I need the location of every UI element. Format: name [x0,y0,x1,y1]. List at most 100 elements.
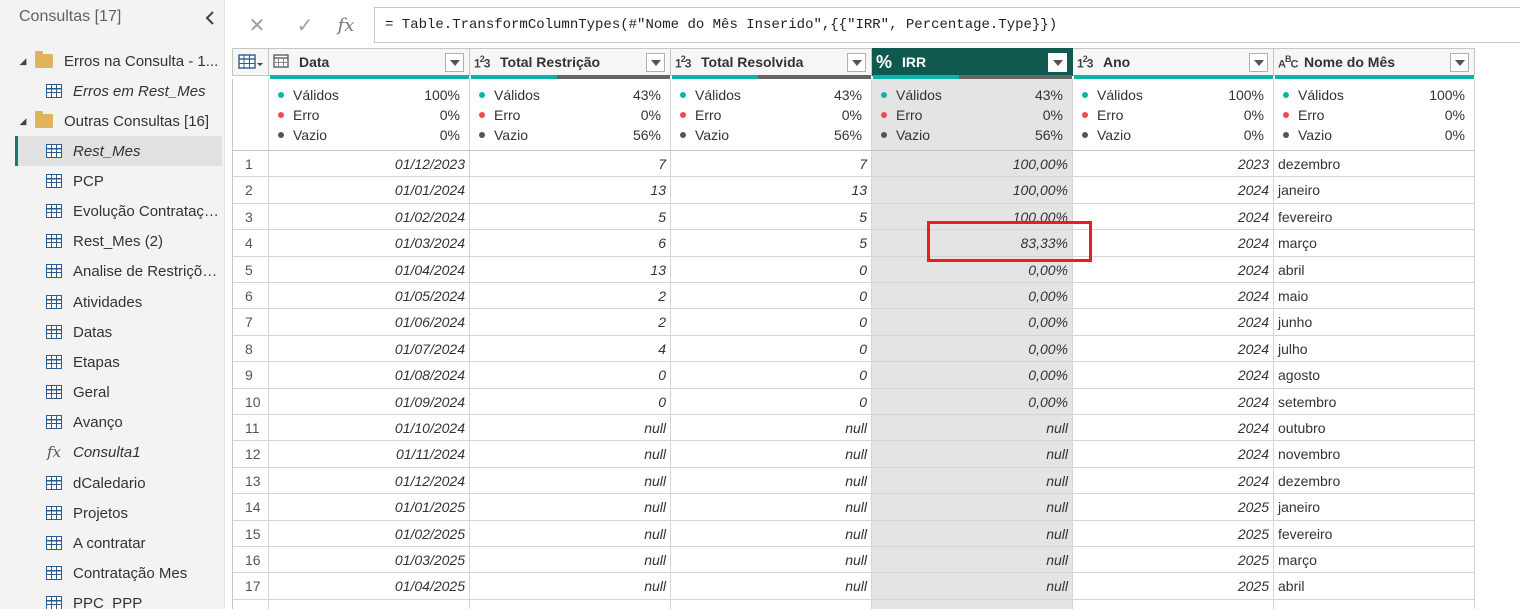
row-number[interactable]: 17 [232,573,269,600]
row-number[interactable]: 5 [232,256,269,283]
query-item-ppc-ppp[interactable]: PPC_PPP [15,588,222,609]
table-cell[interactable]: 0 [671,256,872,283]
table-cell[interactable]: 01/07/2024 [269,335,470,363]
table-cell[interactable]: null [671,415,872,442]
table-cell[interactable]: 2024 [1073,388,1274,415]
table-cell[interactable]: 0 [671,309,872,336]
table-cell[interactable]: null [872,467,1073,495]
table-cell[interactable]: 2024 [1073,230,1274,257]
table-cell[interactable]: dezembro [1274,467,1475,495]
table-cell[interactable]: 2024 [1073,203,1274,231]
row-number[interactable]: 16 [232,547,269,574]
column-header-ano[interactable]: 123 Ano [1073,48,1274,76]
table-cell[interactable]: null [470,441,671,468]
table-cell[interactable]: 2025 [1073,547,1274,574]
table-cell[interactable]: 2023 [1073,151,1274,178]
query-group-outras-consultas-16[interactable]: ◢ Outras Consultas [16] [15,106,222,136]
query-item-dcaledario[interactable]: dCaledario [15,468,222,498]
table-cell[interactable] [1073,599,1274,609]
query-item-evolu-o-contrata[interactable]: Evolução Contrataçã... [15,196,222,226]
query-item-etapas[interactable]: Etapas [15,347,222,377]
table-cell[interactable]: 01/04/2024 [269,256,470,283]
table-cell[interactable] [671,599,872,609]
query-item-rest-mes[interactable]: Rest_Mes [15,136,222,166]
table-cell[interactable]: 01/02/2025 [269,520,470,547]
table-cell[interactable]: abril [1274,573,1475,600]
query-item-a-contratar[interactable]: A contratar [15,528,222,558]
confirm-formula-button[interactable]: ✓ [287,7,323,43]
table-cell[interactable]: 0,00% [872,309,1073,336]
formula-input[interactable]: = Table.TransformColumnTypes(#"Nome do M… [374,7,1520,43]
table-cell[interactable]: 2024 [1073,467,1274,495]
table-cell[interactable]: null [872,573,1073,600]
row-number[interactable]: 12 [232,441,269,468]
table-cell[interactable]: null [671,467,872,495]
table-cell[interactable]: 01/01/2025 [269,494,470,521]
column-header-data[interactable]: Data [269,48,470,76]
table-cell[interactable]: 01/12/2023 [269,151,470,178]
column-filter-dropdown-icon[interactable] [1048,52,1067,72]
row-number[interactable]: 1 [232,151,269,178]
table-cell[interactable]: null [671,441,872,468]
table-cell[interactable]: abril [1274,256,1475,283]
table-cell[interactable] [1274,599,1475,609]
table-cell[interactable]: julho [1274,335,1475,363]
table-cell[interactable]: null [872,415,1073,442]
table-cell[interactable]: null [470,467,671,495]
table-cell[interactable]: dezembro [1274,151,1475,178]
query-item-contrata-o-mes[interactable]: Contratação Mes [15,558,222,588]
table-cell[interactable]: junho [1274,309,1475,336]
table-cell[interactable]: 5 [671,230,872,257]
table-cell[interactable]: 2024 [1073,309,1274,336]
table-cell[interactable]: novembro [1274,441,1475,468]
table-cell[interactable]: null [470,494,671,521]
table-cell[interactable]: 2 [470,283,671,310]
table-menu-button[interactable] [232,48,269,76]
table-cell[interactable]: 2 [470,309,671,336]
table-cell[interactable]: fevereiro [1274,203,1475,231]
column-header-irr[interactable]: % IRR [872,48,1073,76]
query-item-analise-de-restri-e[interactable]: Analise de Restriçõe... [15,256,222,286]
column-filter-dropdown-icon[interactable] [1249,52,1268,72]
table-cell[interactable]: outubro [1274,415,1475,442]
table-cell[interactable]: 2025 [1073,573,1274,600]
table-cell[interactable]: 100,00% [872,151,1073,178]
table-cell[interactable] [470,599,671,609]
table-cell[interactable]: 2025 [1073,520,1274,547]
table-cell[interactable]: 100,00% [872,177,1073,204]
query-item-consulta1[interactable]: fx Consulta1 [15,437,222,467]
whole-number-type-icon[interactable]: 123 [675,54,697,70]
query-item-datas[interactable]: Datas [15,317,222,347]
table-cell[interactable]: 2024 [1073,415,1274,442]
table-cell[interactable]: null [671,547,872,574]
table-cell[interactable]: 0,00% [872,388,1073,415]
table-cell[interactable]: null [671,520,872,547]
table-cell[interactable]: 01/03/2025 [269,547,470,574]
table-cell[interactable]: null [872,520,1073,547]
table-cell[interactable]: setembro [1274,388,1475,415]
table-cell[interactable]: null [470,547,671,574]
table-cell[interactable]: maio [1274,283,1475,310]
table-cell[interactable]: 2024 [1073,177,1274,204]
row-number[interactable]: 14 [232,494,269,521]
query-item-geral[interactable]: Geral [15,377,222,407]
query-group-erros-na-consulta-1[interactable]: ◢ Erros na Consulta - 1... [15,46,222,76]
table-cell[interactable]: null [872,547,1073,574]
table-cell[interactable]: 7 [470,151,671,178]
table-cell[interactable]: null [671,573,872,600]
row-number[interactable]: 8 [232,335,269,363]
query-item-projetos[interactable]: Projetos [15,498,222,528]
table-cell[interactable]: 0 [671,388,872,415]
table-cell[interactable]: 01/06/2024 [269,309,470,336]
table-cell[interactable]: 5 [671,203,872,231]
table-cell[interactable]: 0 [671,283,872,310]
row-number[interactable]: 3 [232,203,269,231]
percentage-type-icon[interactable]: % [876,52,898,73]
query-item-atividades[interactable]: Atividades [15,287,222,317]
table-cell[interactable]: null [470,573,671,600]
table-cell[interactable]: janeiro [1274,494,1475,521]
row-number[interactable]: 6 [232,283,269,310]
row-number[interactable]: 10 [232,388,269,415]
query-item-avan-o[interactable]: Avanço [15,407,222,437]
column-header-total-resolvida[interactable]: 123 Total Resolvida [671,48,872,76]
